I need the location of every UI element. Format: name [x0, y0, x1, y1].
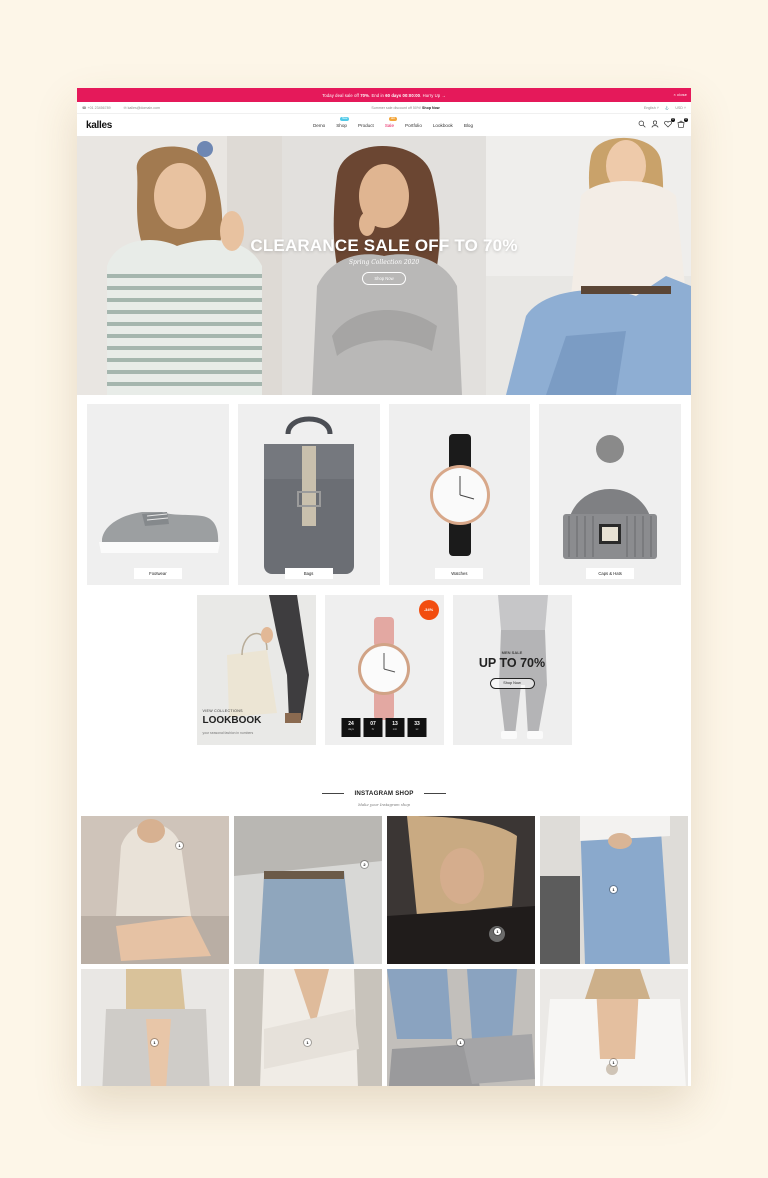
- shop-hotspot[interactable]: 1: [151, 1039, 158, 1046]
- category-label[interactable]: Watches: [435, 568, 484, 579]
- lookbook-subtitle: your seasonal fashion in numbers: [202, 731, 254, 735]
- lookbook-kicker: VIEW COLLECTIONS: [202, 709, 243, 713]
- shop-hotspot[interactable]: 1: [610, 886, 617, 893]
- category-card-watches[interactable]: Watches: [388, 404, 531, 585]
- nav-item-sale[interactable]: Hot Sale: [385, 116, 397, 128]
- category-card-bags[interactable]: Bags: [237, 404, 380, 585]
- shop-hotspot[interactable]: 1: [304, 1039, 311, 1046]
- top-bar: ☎ +01 23456789 ✉ kalles@domain.com Summe…: [77, 102, 691, 114]
- shop-hotspot[interactable]: 2: [361, 861, 368, 868]
- hero-banner[interactable]: CLEARANCE SALE OFF TO 70% Spring Collect…: [77, 136, 691, 395]
- shop-hotspot[interactable]: 1: [610, 1059, 617, 1066]
- promo-link[interactable]: . Hurry Up →: [420, 93, 446, 98]
- wishlist-heart-icon[interactable]: 0: [664, 118, 675, 128]
- nav-item-lookbook[interactable]: Lookbook: [433, 123, 453, 128]
- instagram-post[interactable]: 1: [540, 816, 688, 964]
- instagram-post[interactable]: 1: [234, 969, 382, 1086]
- countdown-timer: 24 days 07 hr 13 min 33 sc: [341, 718, 427, 737]
- cart-icon[interactable]: 0: [677, 118, 688, 128]
- instagram-heading: INSTAGRAM SHOP Make your Instagram shop: [77, 781, 691, 807]
- category-label[interactable]: Footwear: [133, 568, 182, 579]
- countdown-minutes: 13 min: [385, 718, 405, 737]
- instagram-post[interactable]: 1: [81, 969, 229, 1086]
- new-badge: New: [340, 116, 350, 121]
- category-label[interactable]: Caps & Hats: [586, 568, 635, 579]
- men-sale-kicker: MEN SALE: [501, 650, 523, 655]
- search-icon[interactable]: [638, 120, 646, 128]
- category-label[interactable]: Bags: [284, 568, 333, 579]
- sneaker-image: [99, 512, 220, 553]
- lookbook-title: LOOKBOOK: [202, 715, 262, 726]
- promo-banners: VIEW COLLECTIONS LOOKBOOK your seasonal …: [77, 595, 691, 745]
- category-card-footwear[interactable]: Footwear: [87, 404, 229, 585]
- header-icons: 0 0: [638, 118, 688, 128]
- instagram-subtitle: Make your Instagram shop: [358, 802, 410, 807]
- site-header: kalles Demo New Shop Product Hot Sale Port…: [77, 114, 691, 136]
- nav-item-blog[interactable]: Blog: [464, 123, 473, 128]
- men-sale-shop-now-button[interactable]: Shop Now: [489, 678, 535, 689]
- promo-bar: Today deal sale off 70%. End in 60 days …: [77, 88, 691, 102]
- instagram-post[interactable]: 1: [81, 816, 229, 964]
- instagram-post[interactable]: 1: [387, 969, 535, 1086]
- lookbook-banner[interactable]: VIEW COLLECTIONS LOOKBOOK your seasonal …: [196, 595, 316, 745]
- shop-hotspot[interactable]: 1: [176, 842, 183, 849]
- promo-prefix: Today deal sale off: [322, 92, 359, 98]
- promo-close-button[interactable]: × close: [674, 92, 688, 97]
- main-nav: Demo New Shop Product Hot Sale Portfolio L…: [77, 114, 691, 136]
- hero-title: CLEARANCE SALE OFF TO 70%: [250, 236, 518, 255]
- user-icon[interactable]: [651, 120, 659, 128]
- category-grid: Footwear Bags Watches Caps & Hats: [77, 395, 691, 585]
- cart-count: 0: [684, 118, 688, 122]
- instagram-post[interactable]: 1: [387, 816, 535, 964]
- watch-image: [429, 434, 490, 556]
- men-sale-title: UP TO 70%: [478, 656, 546, 670]
- countdown-hours: 07 hr: [363, 718, 383, 737]
- promo-percent: 70%: [360, 92, 369, 98]
- language-select[interactable]: English ˅: [644, 106, 659, 110]
- instagram-post[interactable]: 1: [540, 969, 688, 1086]
- category-card-caps-hats[interactable]: Caps & Hats: [539, 404, 681, 585]
- hero-shop-now-button[interactable]: Shop Now: [362, 272, 406, 285]
- hot-badge: Hot: [388, 116, 397, 121]
- countdown-days: 24 days: [341, 718, 361, 737]
- beanie-image: [563, 435, 658, 559]
- instagram-title: INSTAGRAM SHOP: [322, 790, 445, 797]
- backpack-image: [263, 416, 354, 574]
- topbar-shop-now-link[interactable]: Shop Now: [422, 106, 440, 110]
- instagram-grid: 1 2 1 1 1 1 1 1: [77, 816, 691, 1086]
- promo-timer: 60 days 00:00:00: [385, 92, 421, 98]
- instagram-post[interactable]: 2: [234, 816, 382, 964]
- deal-countdown-banner[interactable]: -34% 24 days 07 hr 13 min 33 sc: [324, 595, 444, 745]
- nav-item-shop[interactable]: New Shop: [336, 116, 350, 128]
- phone-link[interactable]: ☎ +01 23456789: [82, 106, 117, 110]
- email-link[interactable]: ✉ kalles@domain.com: [124, 106, 166, 110]
- shop-hotspot[interactable]: 1: [494, 928, 501, 935]
- countdown-seconds: 33 sc: [407, 718, 427, 737]
- shop-hotspot[interactable]: 1: [457, 1039, 464, 1046]
- discount-badge: -34%: [418, 600, 439, 620]
- promo-mid: . End in: [368, 92, 384, 98]
- nav-item-portfolio[interactable]: Portfolio: [405, 123, 422, 128]
- nav-item-demo[interactable]: Demo: [313, 123, 325, 128]
- topbar-notice: Summer sale discount off 50%!: [371, 105, 422, 110]
- man-joggers-image: [452, 595, 572, 745]
- currency-select[interactable]: ⚓ USD ˅: [665, 106, 686, 110]
- men-sale-banner[interactable]: MEN SALE UP TO 70% Shop Now: [452, 595, 572, 745]
- hero-subtitle: Spring Collection 2020: [348, 259, 420, 266]
- nav-item-product[interactable]: Product: [358, 123, 374, 128]
- hero-caption: CLEARANCE SALE OFF TO 70% Spring Collect…: [77, 236, 691, 285]
- wishlist-count: 0: [671, 118, 675, 122]
- browser-page: Today deal sale off 70%. End in 60 days …: [77, 88, 691, 1086]
